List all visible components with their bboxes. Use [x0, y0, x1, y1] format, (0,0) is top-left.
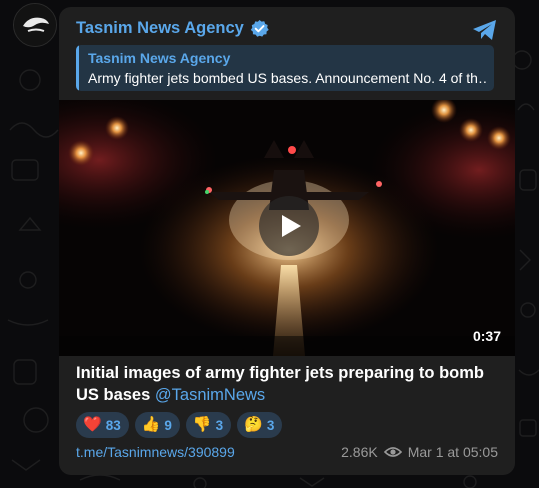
reaction-count: 83 [105, 417, 121, 433]
post-caption: Initial images of army fighter jets prep… [76, 362, 496, 406]
reactions-bar: ❤️ 83 👍 9 👎 3 🤔 3 [76, 412, 283, 438]
reply-accent-bar [76, 45, 79, 91]
message-card: Tasnim News Agency Tasnim News Agency Ar… [59, 7, 515, 475]
telegram-share-icon[interactable] [472, 19, 498, 41]
thumbs-up-icon: 👍 [141, 416, 161, 433]
thinking-face-icon: 🤔 [244, 416, 263, 433]
play-icon [282, 215, 301, 237]
heart-icon: ❤️ [83, 416, 102, 433]
reaction-count: 3 [266, 417, 275, 433]
reaction-count: 3 [215, 417, 224, 433]
video-duration: 0:37 [472, 328, 501, 344]
channel-name[interactable]: Tasnim News Agency [76, 19, 244, 38]
message-header: Tasnim News Agency [76, 16, 269, 40]
mention-link[interactable]: @TasnimNews [155, 386, 265, 404]
reaction-thumbs-down[interactable]: 👎 3 [185, 412, 232, 438]
post-meta: 2.86K Mar 1 at 05:05 [341, 444, 498, 460]
reaction-thinking[interactable]: 🤔 3 [237, 412, 283, 438]
reply-text: Army fighter jets bombed US bases. Annou… [88, 70, 486, 86]
thumbs-down-icon: 👎 [192, 416, 212, 433]
tasnim-logo-icon [14, 4, 56, 46]
reaction-thumbs-up[interactable]: 👍 9 [134, 412, 180, 438]
channel-avatar[interactable] [13, 3, 57, 47]
caption-text: Initial images of army fighter jets prep… [76, 364, 484, 404]
post-date: Mar 1 at 05:05 [407, 444, 498, 460]
play-button[interactable] [259, 196, 319, 256]
reply-title: Tasnim News Agency [88, 50, 231, 66]
reaction-count: 9 [164, 417, 172, 433]
eye-icon [383, 447, 402, 457]
view-count: 2.86K [341, 444, 378, 460]
reply-preview[interactable]: Tasnim News Agency Army fighter jets bom… [76, 45, 494, 91]
reaction-heart[interactable]: ❤️ 83 [76, 412, 129, 438]
video-player[interactable]: 0:37 [59, 100, 515, 356]
post-link[interactable]: t.me/Tasnimnews/390899 [76, 444, 235, 460]
verified-badge-icon [250, 19, 269, 37]
